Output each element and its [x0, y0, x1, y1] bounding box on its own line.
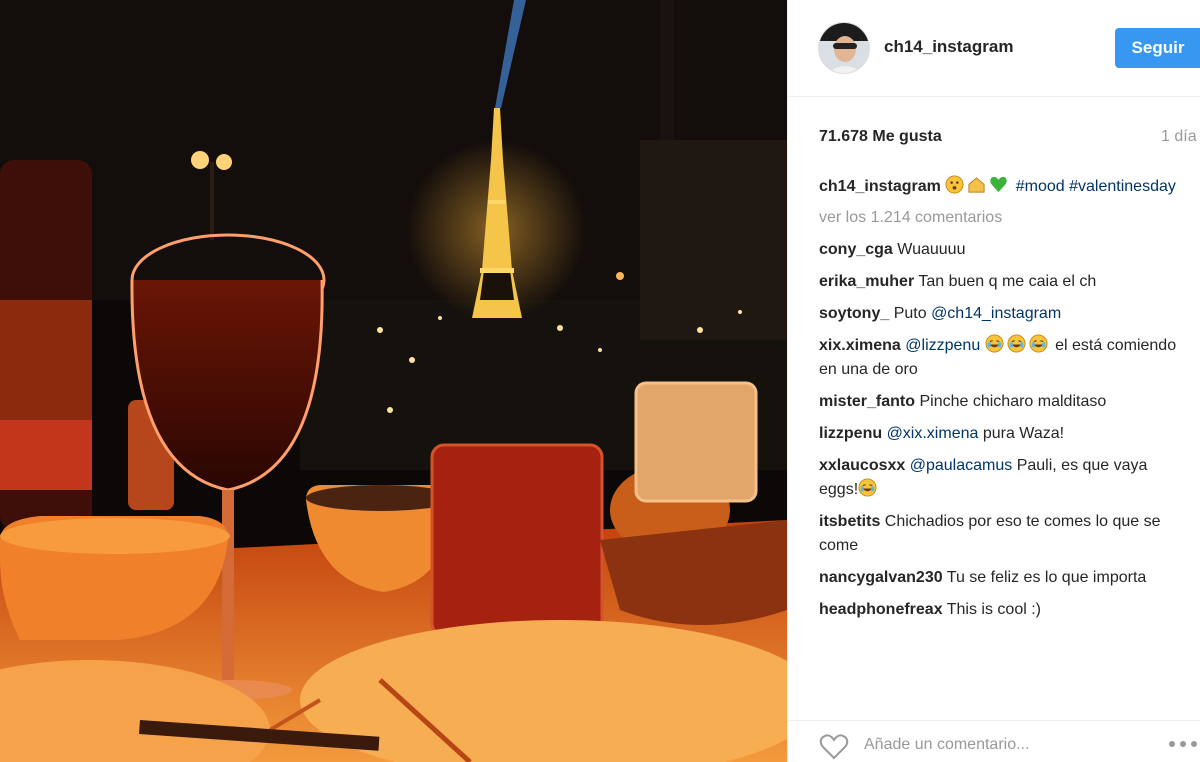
- comment-item: erika_muher Tan buen q me caia el ch: [819, 270, 1191, 294]
- view-all-comments-link[interactable]: ver los 1.214 comentarios: [819, 206, 1191, 230]
- more-options-icon[interactable]: [1168, 737, 1200, 751]
- comment-item: mister_fanto Pinche chicharo malditaso: [819, 390, 1191, 414]
- green-heart-emoji-icon: [990, 176, 1007, 193]
- comment-text: Puto: [893, 305, 932, 322]
- comment-item: soytony_ Puto @ch14_instagram: [819, 302, 1191, 326]
- comments-list[interactable]: ch14_instagram #mood #valentinesday ver …: [819, 175, 1191, 705]
- comment-username[interactable]: soytony_: [819, 305, 889, 322]
- comment-item: xxlaucosxx @paulacamus Pauli, es que vay…: [819, 454, 1191, 502]
- add-comment-input[interactable]: [864, 733, 1124, 757]
- comment-username[interactable]: nancygalvan230: [819, 569, 943, 586]
- comment-item: lizzpenu @xix.ximena pura Waza!: [819, 422, 1191, 446]
- comment-item: headphonefreax This is cool :): [819, 598, 1191, 622]
- comment-item: cony_cga Wuauuuu: [819, 238, 1191, 262]
- comment-mention[interactable]: @lizzpenu: [905, 337, 980, 354]
- comment-item: xix.ximena @lizzpenu el está comiendo en…: [819, 334, 1191, 382]
- follow-button[interactable]: Seguir: [1115, 28, 1200, 68]
- comment-text: Pinche chicharo malditaso: [919, 393, 1107, 410]
- comment-username[interactable]: erika_muher: [819, 273, 914, 290]
- comment-username[interactable]: xxlaucosxx: [819, 457, 905, 474]
- comment-text: pura Waza!: [978, 425, 1065, 442]
- house-emoji-icon: [968, 177, 985, 193]
- laughing-emoji-icon: [1029, 334, 1048, 353]
- comment-item: itsbetits Chichadios por eso te comes lo…: [819, 510, 1191, 558]
- avatar[interactable]: [818, 22, 870, 74]
- comment-mention[interactable]: @xix.ximena: [887, 425, 979, 442]
- post-photo[interactable]: [0, 0, 787, 762]
- comment-username[interactable]: cony_cga: [819, 241, 893, 258]
- post-header: ch14_instagram Seguir: [788, 0, 1200, 97]
- likes-count[interactable]: 71.678 Me gusta: [819, 128, 942, 146]
- post-caption: ch14_instagram #mood #valentinesday: [819, 175, 1191, 199]
- laughing-emoji-icon: [985, 334, 1004, 353]
- hashtag-mood[interactable]: #mood: [1016, 178, 1065, 195]
- comment-text: Tan buen q me caia el ch: [918, 273, 1097, 290]
- comment-username[interactable]: mister_fanto: [819, 393, 915, 410]
- comment-username[interactable]: lizzpenu: [819, 425, 882, 442]
- comment-text: Tu se feliz es lo que importa: [946, 569, 1147, 586]
- comment-username[interactable]: xix.ximena: [819, 337, 901, 354]
- hashtag-valentinesday[interactable]: #valentinesday: [1069, 178, 1176, 195]
- comment-mention[interactable]: @paulacamus: [910, 457, 1013, 474]
- avatar-image: [819, 23, 869, 73]
- laughing-emoji-icon: [858, 478, 877, 497]
- comment-username[interactable]: itsbetits: [819, 513, 880, 530]
- comment-mention[interactable]: @ch14_instagram: [931, 305, 1061, 322]
- post-username[interactable]: ch14_instagram: [884, 37, 1013, 57]
- like-heart-icon[interactable]: [819, 733, 849, 761]
- post-time[interactable]: 1 día: [1161, 128, 1197, 146]
- comment-text: Wuauuuu: [897, 241, 966, 258]
- caption-username[interactable]: ch14_instagram: [819, 178, 941, 195]
- post-photo-image: [0, 0, 787, 762]
- laughing-emoji-icon: [1007, 334, 1026, 353]
- comment-text: This is cool :): [946, 601, 1041, 618]
- comment-item: nancygalvan230 Tu se feliz es lo que imp…: [819, 566, 1191, 590]
- face-emoji-icon: [945, 175, 964, 194]
- comment-footer: [788, 720, 1200, 762]
- post-side-panel: ch14_instagram Seguir 71.678 Me gusta 1 …: [787, 0, 1200, 762]
- comment-username[interactable]: headphonefreax: [819, 601, 943, 618]
